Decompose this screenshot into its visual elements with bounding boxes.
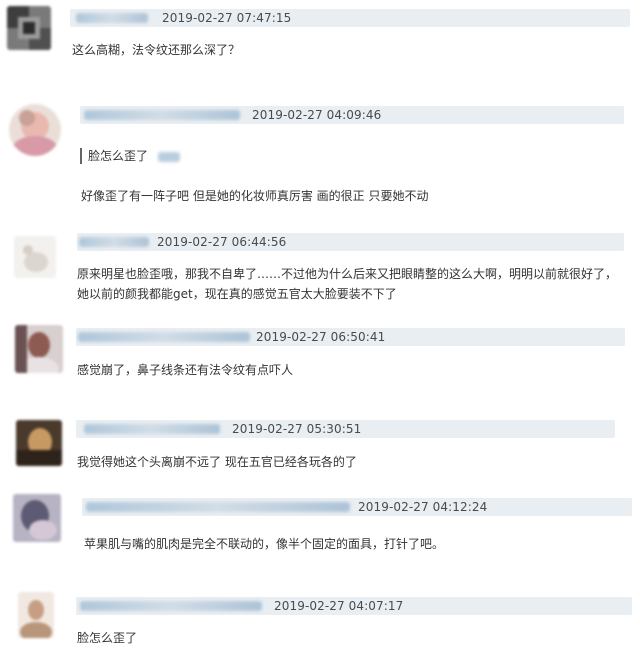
username-blurred[interactable] (79, 237, 149, 247)
quoted-text: 脸怎么歪了 (88, 149, 149, 163)
username-blurred[interactable] (80, 601, 262, 611)
comment-text: 好像歪了有一阵子吧 但是她的化妆师真厉害 画的很正 只要她不动 (81, 189, 429, 203)
comment-timestamp: 2019-02-27 07:47:15 (162, 11, 292, 25)
comment-meta-bar: 2019-02-27 04:12:24 (82, 498, 632, 516)
comment-timestamp: 2019-02-27 04:12:24 (358, 500, 488, 514)
avatar[interactable] (15, 325, 63, 373)
comment-timestamp: 2019-02-27 04:09:46 (252, 108, 382, 122)
username-blurred[interactable] (84, 110, 240, 120)
username-blurred[interactable] (76, 13, 148, 23)
comment-meta-bar: 2019-02-27 05:30:51 (76, 420, 615, 438)
comment-meta-bar: 2019-02-27 04:09:46 (80, 106, 624, 124)
avatar[interactable] (9, 104, 61, 156)
username-blurred[interactable] (84, 424, 220, 434)
comment-text: 苹果肌与嘴的肌肉是完全不联动的，像半个固定的面具，打针了吧。 (84, 537, 445, 551)
comment-meta-bar: 2019-02-27 06:50:41 (76, 328, 625, 346)
avatar[interactable] (13, 494, 61, 542)
comment-text: 脸怎么歪了 (77, 631, 138, 645)
comment-text: 我觉得她这个头离崩不远了 现在五官已经各玩各的了 (77, 455, 357, 469)
comment-meta-bar: 2019-02-27 07:47:15 (70, 9, 630, 27)
comment-meta-bar: 2019-02-27 06:44:56 (77, 233, 624, 251)
comment-timestamp: 2019-02-27 06:44:56 (157, 235, 287, 249)
username-blurred[interactable] (86, 502, 350, 512)
quoted-username-blurred (158, 151, 181, 162)
quoted-reply: 脸怎么歪了 (80, 148, 181, 164)
username-blurred[interactable] (78, 332, 250, 342)
comment-text: 原来明星也脸歪哦，那我不自卑了……不过他为什么后来又把眼睛整的这么大啊，明明以前… (77, 267, 618, 301)
comment-timestamp: 2019-02-27 06:50:41 (256, 330, 386, 344)
avatar[interactable] (14, 236, 56, 278)
comment-text: 这么高糊，法令纹还那么深了？ (72, 43, 241, 57)
avatar[interactable] (18, 592, 54, 638)
comment-meta-bar: 2019-02-27 04:07:17 (76, 597, 632, 615)
comment-text: 感觉崩了，鼻子线条还有法令纹有点吓人 (77, 363, 294, 377)
avatar[interactable] (7, 6, 51, 50)
avatar[interactable] (16, 420, 62, 466)
comment-timestamp: 2019-02-27 05:30:51 (232, 422, 362, 436)
comment-timestamp: 2019-02-27 04:07:17 (274, 599, 404, 613)
